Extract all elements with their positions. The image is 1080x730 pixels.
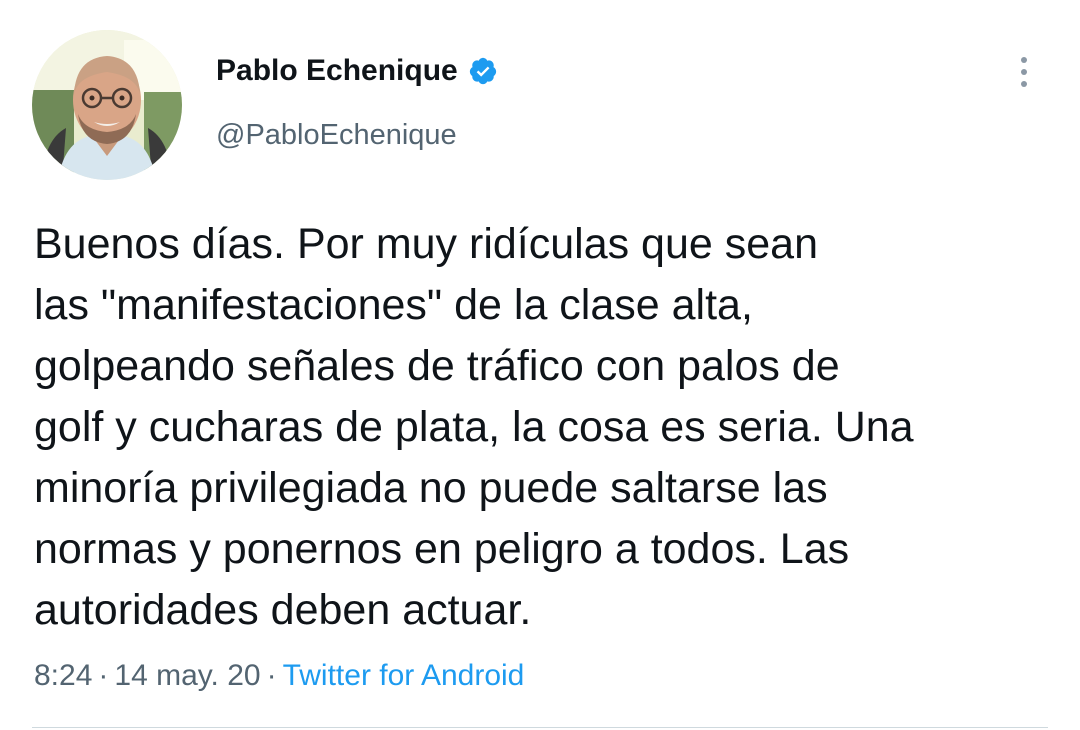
verified-badge-icon [469,57,496,85]
tweet-text-line: minoría privilegiada no puede saltarse l… [34,464,828,512]
meta-separator: · [98,659,109,692]
tweet-source-link[interactable]: Twitter for Android [283,659,525,692]
tweet-text-line: normas y ponernos en peligro a todos. La… [34,525,850,573]
tweet-text-line: las "manifestaciones" de la clase alta, [34,281,753,329]
tweet-text-line: golpeando señales de tráfico con palos d… [34,342,840,390]
avatar-image [32,30,182,180]
tweet-time[interactable]: 8:24 [34,659,92,692]
more-vertical-icon-dot [1021,81,1027,87]
tweet-text-line: autoridades deben actuar. [34,586,532,634]
tweet-text-line: golf y cucharas de plata, la cosa es ser… [34,403,914,451]
author-name-row[interactable]: Pablo Echenique [216,52,498,90]
author-handle[interactable]: @PabloEchenique [216,116,457,154]
meta-separator: · [266,659,277,692]
tweet-text-line: Buenos días. Por muy ridículas que sean [34,220,818,268]
avatar[interactable] [32,30,182,180]
author-display-name[interactable]: Pablo Echenique [216,52,458,90]
tweet-text: Buenos días. Por muy ridículas que sean … [34,214,1054,641]
more-vertical-icon-dot [1021,69,1027,75]
tweet-detail: Pablo Echenique @PabloEchenique Buenos d… [0,0,1080,730]
more-vertical-icon [1021,57,1027,63]
tweet-date[interactable]: 14 may. 20 [114,659,260,692]
tweet-metadata: 8:24 · 14 may. 20 · Twitter for Android [34,656,524,696]
divider [32,727,1048,728]
more-options-button[interactable] [1000,48,1048,96]
